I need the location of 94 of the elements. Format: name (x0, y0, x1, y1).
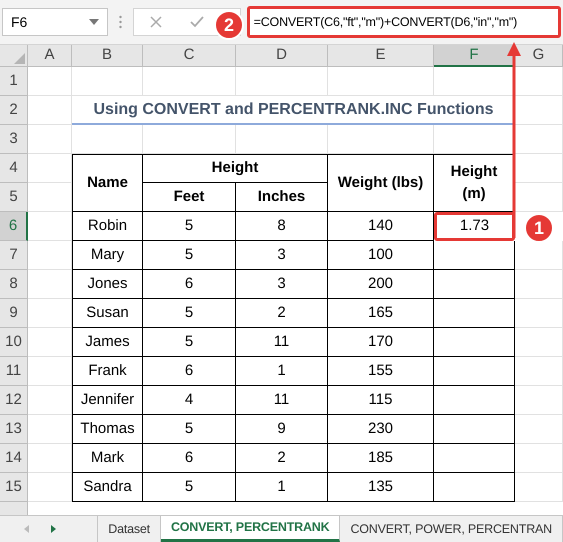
selected-cell: 1.73 (434, 212, 515, 241)
table-cell: 8 (236, 212, 328, 241)
table-header: Inches (236, 183, 328, 212)
table-cell: 5 (143, 473, 236, 502)
table-cell: 1 (236, 473, 328, 502)
table-cell: 9 (236, 415, 328, 444)
table-cell: 200 (328, 270, 434, 299)
column-header[interactable]: C (143, 45, 236, 67)
empty-cell[interactable] (236, 67, 328, 96)
row-header[interactable]: 3 (0, 125, 28, 154)
sheet-tab[interactable]: CONVERT, PERCENTRANK (160, 516, 340, 542)
table-cell: 11 (236, 328, 328, 357)
column-header[interactable]: A (28, 45, 72, 67)
table-cell: 165 (328, 299, 434, 328)
sheet-title: Using CONVERT and PERCENTRANK.INC Functions (93, 100, 494, 120)
table-cell: 5 (143, 299, 236, 328)
table-cell: Jennifer (72, 386, 143, 415)
table-cell: 230 (328, 415, 434, 444)
table-header: Height (143, 154, 328, 183)
table-cell: Frank (72, 357, 143, 386)
row-header[interactable]: 10 (0, 328, 28, 357)
empty-cell[interactable] (515, 67, 563, 96)
table-cell: Mark (72, 444, 143, 473)
table-cell: Mary (72, 241, 143, 270)
table-cell: Robin (72, 212, 143, 241)
table-cell: 115 (328, 386, 434, 415)
table-cell: 5 (143, 212, 236, 241)
empty-cell[interactable] (515, 154, 563, 183)
row-header[interactable]: 1 (0, 67, 28, 96)
column-header[interactable]: B (72, 45, 143, 67)
callout-badge: 1 (524, 213, 554, 243)
empty-cell[interactable] (515, 183, 563, 212)
table-cell: 170 (328, 328, 434, 357)
row-header[interactable]: 14 (0, 444, 28, 473)
table-header: Name (72, 154, 143, 212)
table-cell: Susan (72, 299, 143, 328)
empty-cell[interactable] (515, 125, 563, 154)
row-header[interactable]: 11 (0, 357, 28, 386)
row-header[interactable]: 8 (0, 270, 28, 299)
empty-cell[interactable] (143, 67, 236, 96)
column-header[interactable]: E (328, 45, 434, 67)
table-cell: 4 (143, 386, 236, 415)
name-box[interactable]: F6 (2, 8, 108, 36)
table-cell: 5 (143, 328, 236, 357)
table-cell: 2 (236, 444, 328, 473)
table-cell: 100 (328, 241, 434, 270)
table-cell: 6 (143, 357, 236, 386)
formula-bar[interactable]: =CONVERT(C6,"ft","m")+CONVERT(D6,"in","m") (246, 6, 561, 38)
table-cell: 3 (236, 270, 328, 299)
row-header[interactable]: 9 (0, 299, 28, 328)
table-cell: 6 (143, 270, 236, 299)
table-header: Height (m) (434, 154, 515, 212)
formula-text: =CONVERT(C6,"ft","m")+CONVERT(D6,"in","m") (254, 14, 518, 31)
row-header[interactable] (0, 502, 28, 515)
column-header[interactable]: D (236, 45, 328, 67)
table-header: Feet (143, 183, 236, 212)
dropdown-caret-icon (88, 19, 99, 25)
scroll-left-icon[interactable] (24, 525, 29, 533)
row-header[interactable]: 12 (0, 386, 28, 415)
table-cell: 2 (236, 299, 328, 328)
row-header[interactable]: 2 (0, 96, 28, 125)
table-cell: 6 (143, 444, 236, 473)
table-cell: 3 (236, 241, 328, 270)
empty-cell[interactable] (328, 67, 434, 96)
drag-handle-icon (118, 15, 122, 29)
table-cell: Sandra (72, 473, 143, 502)
table-cell: 185 (328, 444, 434, 473)
row-header[interactable]: 13 (0, 415, 28, 444)
empty-cell[interactable] (72, 67, 143, 96)
row-header[interactable]: 5 (0, 183, 28, 212)
table-cell: Jones (72, 270, 143, 299)
scroll-right-icon[interactable] (51, 525, 56, 533)
row-header[interactable]: 7 (0, 241, 28, 270)
column-header[interactable]: F (434, 45, 515, 67)
table-cell: 5 (143, 241, 236, 270)
select-all-corner[interactable] (0, 45, 28, 67)
table-header: Weight (lbs) (328, 154, 434, 212)
column-header[interactable]: G (515, 45, 563, 67)
table-cell: 155 (328, 357, 434, 386)
row-header[interactable]: 15 (0, 473, 28, 502)
table-cell: 135 (328, 473, 434, 502)
triangle-icon (14, 53, 25, 64)
empty-cell[interactable] (515, 96, 563, 125)
row-header[interactable]: 6 (0, 212, 28, 241)
table-cell: 5 (143, 415, 236, 444)
table-cell: 140 (328, 212, 434, 241)
row-header[interactable]: 4 (0, 154, 28, 183)
table-cell: James (72, 328, 143, 357)
check-icon[interactable] (190, 16, 204, 28)
table-cell: 1 (236, 357, 328, 386)
cancel-icon[interactable] (150, 16, 162, 28)
table-cell: Thomas (72, 415, 143, 444)
table-cell: 11 (236, 386, 328, 415)
sheet-tab[interactable]: CONVERT, POWER, PERCENTRAN (340, 516, 563, 542)
